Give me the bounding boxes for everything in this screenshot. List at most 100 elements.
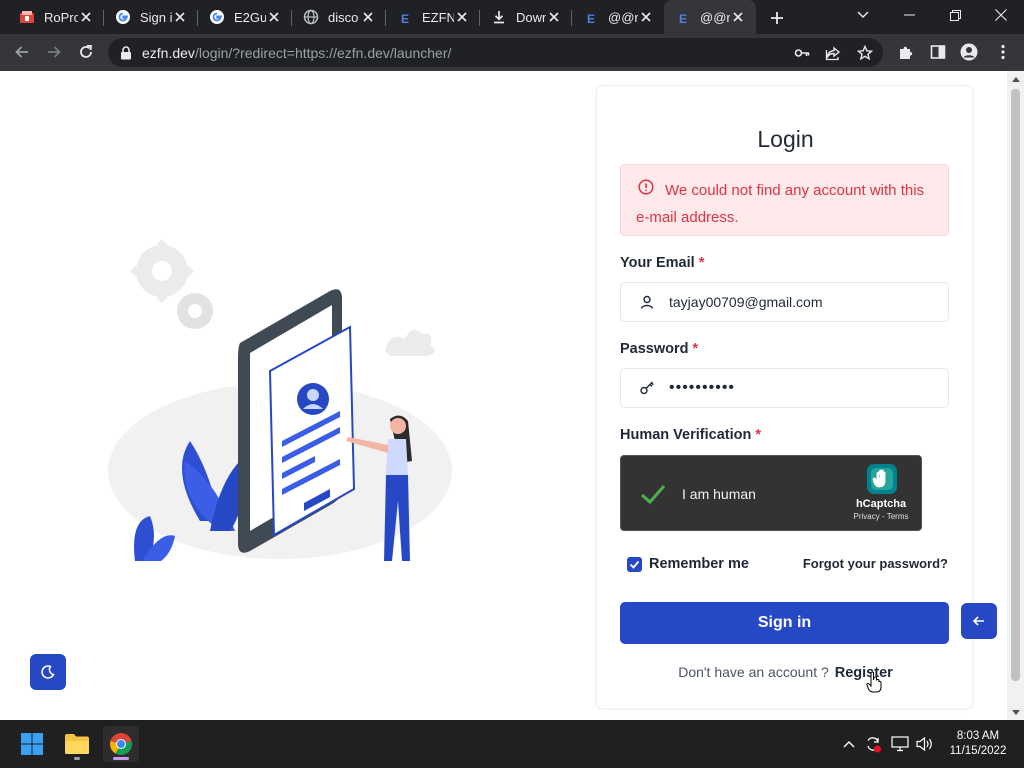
forward-button[interactable]: [40, 38, 68, 66]
tab-title: EZFN: [422, 9, 454, 25]
close-tab-icon[interactable]: [730, 9, 746, 25]
extensions-icon[interactable]: [896, 42, 916, 62]
tab-search-button[interactable]: [840, 0, 886, 30]
url-path: /login/?redirect=https://ezfn.dev/launch…: [194, 44, 452, 61]
hand-cursor-icon: [866, 671, 882, 693]
profile-icon[interactable]: [959, 42, 979, 62]
google-icon: [115, 9, 131, 25]
tab-ropro[interactable]: RoPro: [8, 0, 104, 34]
scrollbar-thumb[interactable]: [1011, 89, 1020, 681]
network-icon[interactable]: [890, 734, 910, 754]
browser-toolbar: ezfn.dev/login/?redirect=https://ezfn.de…: [0, 34, 1024, 71]
sync-alert-icon[interactable]: [863, 734, 883, 754]
chevron-up-icon[interactable]: [839, 734, 859, 754]
reload-button[interactable]: [72, 38, 100, 66]
close-tab-icon[interactable]: [78, 9, 94, 25]
hcaptcha-widget[interactable]: I am human hCaptcha Privacy - Terms: [620, 455, 922, 531]
login-card: Login We could not find any account with…: [596, 85, 973, 709]
close-tab-icon[interactable]: [266, 9, 282, 25]
login-illustration: [108, 239, 452, 561]
close-tab-icon[interactable]: [172, 9, 188, 25]
google-icon: [209, 9, 225, 25]
clock-date: 11/15/2022: [949, 745, 1007, 757]
url-host: ezfn.dev: [142, 44, 195, 61]
tab-title: Sign i: [140, 9, 172, 25]
captcha-text: I am human: [682, 486, 756, 502]
share-icon[interactable]: [824, 44, 842, 62]
windows-start-icon[interactable]: [14, 726, 50, 762]
bookmark-star-icon[interactable]: [856, 44, 874, 62]
side-panel-icon[interactable]: [928, 42, 948, 62]
gear-icon: [177, 293, 213, 329]
remember-me[interactable]: Remember me: [620, 556, 749, 572]
download-icon: [491, 9, 507, 25]
close-tab-icon[interactable]: [454, 9, 470, 25]
email-input[interactable]: [669, 283, 939, 321]
password-field[interactable]: [620, 368, 949, 408]
captcha-brand: hCaptcha: [855, 498, 907, 510]
chrome-icon[interactable]: [103, 726, 139, 762]
register-row: Don't have an account ? Register: [597, 664, 974, 681]
svg-text:E: E: [401, 12, 409, 25]
remember-checkbox[interactable]: [627, 556, 642, 572]
minimize-button[interactable]: [886, 0, 932, 30]
forgot-password-link[interactable]: Forgot your password?: [803, 556, 948, 571]
close-window-button[interactable]: [978, 0, 1024, 30]
back-button[interactable]: [8, 38, 36, 66]
globe-icon: [303, 9, 319, 25]
tab-disco[interactable]: disco: [292, 0, 386, 34]
windows-taskbar: 8:03 AM 11/15/2022: [0, 720, 1024, 768]
tab-title: Down: [516, 9, 546, 25]
scroll-down-icon[interactable]: [1011, 707, 1020, 717]
tab-title: disco: [328, 9, 359, 25]
arrow-left-icon: [972, 616, 984, 626]
no-account-text: Don't have an account ?: [678, 664, 829, 680]
user-icon: [640, 295, 654, 309]
checkmark-icon: [641, 485, 666, 505]
lock-icon[interactable]: [118, 45, 134, 61]
browser-tab-strip: RoPro Sign i E2Gu disco E EZFN Down E @@…: [0, 0, 1024, 34]
ezfn-icon: E: [675, 9, 691, 25]
captcha-label: Human Verification *: [620, 427, 762, 443]
taskbar-clock[interactable]: 8:03 AM 11/15/2022: [936, 729, 1020, 759]
restore-button[interactable]: [932, 0, 978, 30]
menu-kebab-icon[interactable]: [993, 42, 1013, 62]
tab-ezfn-2[interactable]: E @@n: [572, 0, 664, 34]
required-asterisk: *: [692, 341, 699, 357]
close-tab-icon[interactable]: [546, 9, 562, 25]
required-asterisk: *: [755, 427, 762, 443]
gear-icon: [130, 239, 194, 303]
close-tab-icon[interactable]: [638, 9, 654, 25]
tab-sign-in[interactable]: Sign i: [104, 0, 198, 34]
error-alert: We could not find any account with this …: [620, 164, 949, 236]
new-tab-button[interactable]: [767, 8, 787, 28]
register-link[interactable]: Register: [835, 665, 893, 681]
address-bar[interactable]: ezfn.dev/login/?redirect=https://ezfn.de…: [108, 38, 883, 67]
error-alert-text: We could not find any account with this …: [636, 182, 925, 226]
file-explorer-icon[interactable]: [59, 726, 95, 762]
volume-icon[interactable]: [914, 734, 934, 754]
tab-downloads[interactable]: Down: [480, 0, 572, 34]
captcha-privacy-terms[interactable]: Privacy - Terms: [843, 512, 919, 521]
email-field[interactable]: [620, 282, 949, 322]
email-label: Your Email *: [620, 255, 705, 271]
ezfn-icon: E: [397, 9, 413, 25]
svg-text:E: E: [679, 12, 687, 25]
close-tab-icon[interactable]: [360, 9, 376, 25]
key-icon: [640, 381, 654, 395]
key-icon[interactable]: [793, 44, 811, 62]
vertical-scrollbar[interactable]: [1007, 71, 1024, 720]
login-title: Login: [757, 126, 814, 152]
dark-mode-toggle[interactable]: [30, 654, 66, 690]
clock-time: 8:03 AM: [956, 730, 1000, 742]
tab-ezfn[interactable]: E EZFN: [386, 0, 480, 34]
tab-e2gu[interactable]: E2Gu: [198, 0, 292, 34]
tab-ezfn-active[interactable]: E @@n: [664, 0, 756, 34]
back-to-top-button[interactable]: [961, 603, 997, 639]
remember-label: Remember me: [649, 556, 749, 572]
password-input[interactable]: [669, 369, 939, 407]
page-content: Login We could not find any account with…: [0, 71, 1007, 720]
sign-in-button[interactable]: Sign in: [620, 602, 949, 644]
ropro-icon: [19, 9, 35, 25]
scroll-up-icon[interactable]: [1011, 74, 1020, 84]
